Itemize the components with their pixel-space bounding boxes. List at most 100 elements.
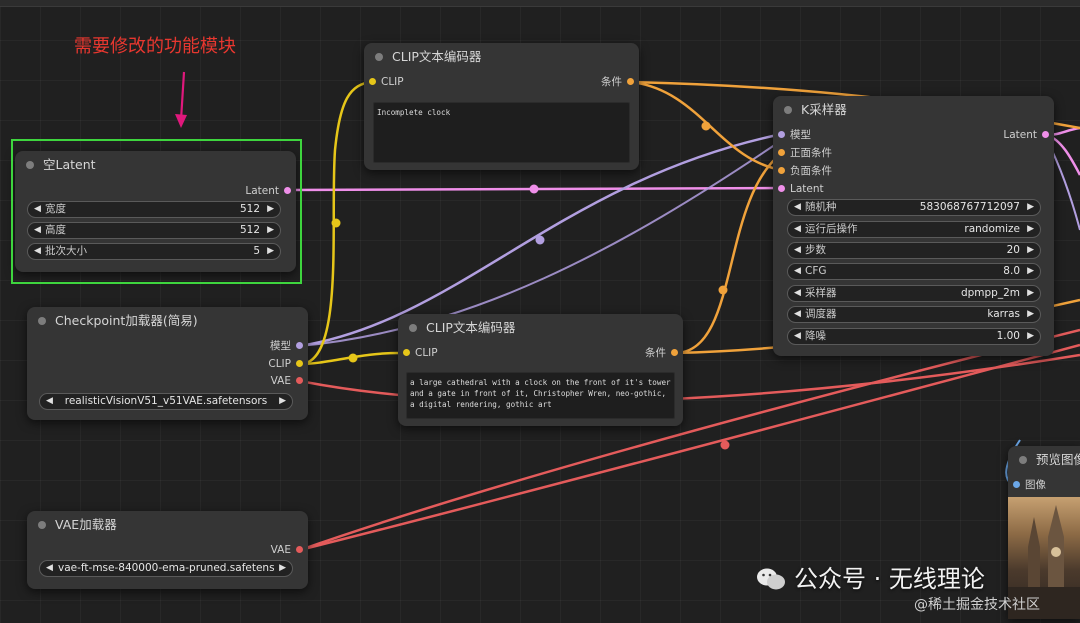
input-clip[interactable]: CLIP — [369, 75, 404, 89]
input-clip[interactable]: CLIP — [403, 346, 438, 360]
input-image[interactable]: 图像 — [1013, 478, 1046, 492]
collapse-dot-icon[interactable] — [38, 317, 46, 325]
input-model[interactable]: 模型 — [778, 128, 811, 142]
next-icon[interactable]: ▶ — [1027, 222, 1034, 237]
seed-widget[interactable]: ◀ 随机种 583068767712097 ▶ — [787, 199, 1041, 216]
increment-icon[interactable]: ▶ — [1027, 243, 1034, 258]
node-vae-loader[interactable]: VAE加载器 VAE ◀ vae-ft-mse-840000-ema-prune… — [27, 511, 308, 589]
input-label: CLIP — [381, 76, 404, 88]
node-title[interactable]: Checkpoint加载器(简易) — [27, 307, 308, 335]
credit-text: @稀土掘金技术社区 — [914, 597, 1040, 613]
scheduler-widget[interactable]: ◀ 调度器 karras ▶ — [787, 306, 1041, 323]
previous-icon[interactable]: ◀ — [46, 561, 53, 576]
node-clip-text-encode-bottom[interactable]: CLIP文本编码器 CLIP 条件 a large cathedral with… — [398, 314, 683, 426]
input-positive[interactable]: 正面条件 — [778, 146, 832, 160]
collapse-dot-icon[interactable] — [784, 106, 792, 114]
previous-icon[interactable]: ◀ — [46, 394, 53, 409]
previous-icon[interactable]: ◀ — [794, 222, 801, 237]
collapse-dot-icon[interactable] — [1019, 456, 1027, 464]
output-vae[interactable]: VAE — [271, 374, 303, 388]
prompt-textarea[interactable]: a large cathedral with a clock on the fr… — [406, 372, 675, 419]
steps-widget[interactable]: ◀ 步数 20 ▶ — [787, 242, 1041, 259]
output-label: VAE — [270, 544, 291, 556]
wire-vae-midpoint — [720, 440, 730, 450]
decrement-icon[interactable]: ◀ — [794, 200, 801, 215]
collapse-dot-icon[interactable] — [375, 53, 383, 61]
node-title[interactable]: 预览图像 — [1008, 446, 1080, 474]
output-conditioning[interactable]: 条件 — [645, 346, 678, 360]
widget-value[interactable]: 8.0 — [1003, 264, 1020, 279]
node-title[interactable]: CLIP文本编码器 — [398, 314, 683, 342]
widget-value[interactable]: karras — [987, 307, 1020, 322]
ckpt-name-value[interactable]: realisticVisionV51_v51VAE.safetensors — [58, 394, 274, 409]
widget-value[interactable]: 20 — [1007, 243, 1020, 258]
output-conditioning[interactable]: 条件 — [601, 75, 634, 89]
widget-value[interactable]: dpmpp_2m — [961, 286, 1020, 301]
control-after-generate-widget[interactable]: ◀ 运行后操作 randomize ▶ — [787, 221, 1041, 238]
increment-icon[interactable]: ▶ — [1027, 200, 1034, 215]
output-vae[interactable]: VAE — [271, 543, 303, 557]
next-icon[interactable]: ▶ — [1027, 286, 1034, 301]
node-title[interactable]: K采样器 — [773, 96, 1054, 124]
node-ksampler[interactable]: K采样器 模型 正面条件 负面条件 Latent Latent ◀ 随机种 58… — [773, 96, 1054, 356]
latent-socket-icon[interactable] — [1042, 131, 1049, 138]
model-socket-icon[interactable] — [778, 131, 785, 138]
wechat-icon — [757, 568, 785, 590]
prompt-textarea[interactable]: Incomplete clock — [373, 102, 630, 163]
watermark-text: 公众号 · 无线理论 — [794, 565, 985, 593]
vae-socket-icon[interactable] — [296, 377, 303, 384]
widget-label: 步数 — [805, 244, 826, 256]
input-negative[interactable]: 负面条件 — [778, 164, 832, 178]
output-label: Latent — [1003, 129, 1037, 141]
vae-name-value[interactable]: vae-ft-mse-840000-ema-pruned.safetensors — [58, 561, 274, 576]
node-checkpoint-loader[interactable]: Checkpoint加载器(简易) 模型 CLIP VAE ◀ realisti… — [27, 307, 308, 420]
increment-icon[interactable]: ▶ — [1027, 329, 1034, 344]
next-icon[interactable]: ▶ — [1027, 307, 1034, 322]
input-label: 模型 — [790, 129, 811, 141]
input-label: Latent — [790, 183, 824, 195]
input-latent[interactable]: Latent — [778, 182, 824, 196]
decrement-icon[interactable]: ◀ — [794, 264, 801, 279]
clip-socket-icon[interactable] — [296, 360, 303, 367]
collapse-dot-icon[interactable] — [409, 324, 417, 332]
output-model[interactable]: 模型 — [270, 339, 303, 353]
vae-name-combo[interactable]: ◀ vae-ft-mse-840000-ema-pruned.safetenso… — [39, 560, 293, 577]
previous-icon[interactable]: ◀ — [794, 286, 801, 301]
output-label: 条件 — [645, 347, 666, 359]
conditioning-socket-icon[interactable] — [627, 78, 634, 85]
widget-value[interactable]: randomize — [964, 222, 1020, 237]
ckpt-name-combo[interactable]: ◀ realisticVisionV51_v51VAE.safetensors … — [39, 393, 293, 410]
next-icon[interactable]: ▶ — [279, 394, 286, 409]
previous-icon[interactable]: ◀ — [794, 307, 801, 322]
sampler-widget[interactable]: ◀ 采样器 dpmpp_2m ▶ — [787, 285, 1041, 302]
widget-value[interactable]: 1.00 — [997, 329, 1020, 344]
next-icon[interactable]: ▶ — [279, 561, 286, 576]
latent-socket-icon[interactable] — [778, 185, 785, 192]
conditioning-socket-icon[interactable] — [671, 349, 678, 356]
output-latent[interactable]: Latent — [1003, 128, 1049, 142]
conditioning-socket-icon[interactable] — [778, 149, 785, 156]
annotation-highlight-frame — [11, 139, 302, 284]
node-title-text: K采样器 — [801, 102, 847, 117]
node-title-text: 预览图像 — [1036, 452, 1080, 467]
widget-value[interactable]: 583068767712097 — [920, 200, 1020, 215]
decrement-icon[interactable]: ◀ — [794, 243, 801, 258]
clip-socket-icon[interactable] — [369, 78, 376, 85]
increment-icon[interactable]: ▶ — [1027, 264, 1034, 279]
cfg-widget[interactable]: ◀ CFG 8.0 ▶ — [787, 263, 1041, 280]
conditioning-socket-icon[interactable] — [778, 167, 785, 174]
wire-latent-midpoint — [529, 184, 539, 194]
node-clip-text-encode-top[interactable]: CLIP文本编码器 CLIP 条件 Incomplete clock — [364, 43, 639, 170]
output-clip[interactable]: CLIP — [268, 357, 303, 371]
output-label: 模型 — [270, 340, 291, 352]
vae-socket-icon[interactable] — [296, 546, 303, 553]
decrement-icon[interactable]: ◀ — [794, 329, 801, 344]
denoise-widget[interactable]: ◀ 降噪 1.00 ▶ — [787, 328, 1041, 345]
clip-socket-icon[interactable] — [403, 349, 410, 356]
node-title[interactable]: CLIP文本编码器 — [364, 43, 639, 71]
image-socket-icon[interactable] — [1013, 481, 1020, 488]
collapse-dot-icon[interactable] — [38, 521, 46, 529]
node-title[interactable]: VAE加载器 — [27, 511, 308, 539]
widget-label: 采样器 — [805, 287, 837, 299]
model-socket-icon[interactable] — [296, 342, 303, 349]
